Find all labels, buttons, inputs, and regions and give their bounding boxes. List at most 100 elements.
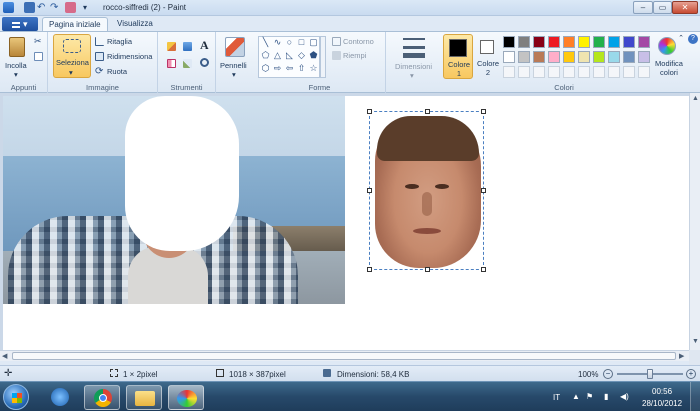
pencil-icon[interactable] <box>167 42 176 51</box>
size-label[interactable]: Dimensioni <box>395 62 432 71</box>
show-desktop-button[interactable] <box>690 382 700 411</box>
size-arrow[interactable]: ▾ <box>410 71 414 80</box>
copy-icon[interactable] <box>34 52 43 61</box>
zoom-out-button[interactable]: − <box>603 369 613 379</box>
taskbar-paint[interactable] <box>168 385 204 410</box>
minimize-button[interactable]: – <box>633 1 653 14</box>
color-picker-icon[interactable] <box>183 59 192 68</box>
color2-swatch[interactable] <box>480 40 494 54</box>
eraser-icon[interactable] <box>167 59 176 68</box>
magnifier-icon[interactable] <box>200 58 209 67</box>
brushes-label[interactable]: Pennelli <box>220 61 247 70</box>
palette-color-9[interactable] <box>623 36 635 48</box>
vertical-scrollbar[interactable]: ▲ ▼ <box>689 93 700 350</box>
paint-app-icon[interactable] <box>3 2 14 13</box>
sel-handle-ml[interactable] <box>367 188 372 193</box>
palette-custom-4[interactable] <box>548 66 560 78</box>
palette-custom-2[interactable] <box>518 66 530 78</box>
volume-icon[interactable]: ◀) <box>620 392 629 401</box>
palette-color-10[interactable] <box>638 36 650 48</box>
triangle-shape-icon[interactable]: △ <box>272 51 283 60</box>
rotate-icon[interactable]: ⟳ <box>95 67 104 77</box>
tab-view[interactable]: Visualizza <box>111 17 159 32</box>
pentagon-shape-icon[interactable]: ⬟ <box>308 51 319 60</box>
selection-box[interactable] <box>367 109 486 272</box>
rotate-label[interactable]: Ruota <box>107 67 127 76</box>
palette-color-2[interactable] <box>518 36 530 48</box>
taskbar-chrome[interactable] <box>84 385 120 410</box>
palette-color-6[interactable] <box>578 36 590 48</box>
palette-color-18[interactable] <box>608 51 620 63</box>
hexagon-shape-icon[interactable]: ⬡ <box>260 64 271 73</box>
sel-handle-bl[interactable] <box>367 267 372 272</box>
redo-icon[interactable]: ↷ <box>50 2 61 13</box>
palette-custom-1[interactable] <box>503 66 515 78</box>
diamond-shape-icon[interactable]: ◇ <box>296 51 307 60</box>
palette-color-7[interactable] <box>593 36 605 48</box>
palette-color-13[interactable] <box>533 51 545 63</box>
customize-qa-icon[interactable]: ▾ <box>83 2 94 13</box>
color2-label[interactable]: Colore 2 <box>475 59 501 77</box>
palette-color-1[interactable] <box>503 36 515 48</box>
maximize-button[interactable]: ▭ <box>653 1 672 14</box>
taskbar-explorer[interactable] <box>126 385 162 410</box>
sel-handle-br[interactable] <box>481 267 486 272</box>
drawing-canvas[interactable] <box>3 96 689 350</box>
resize-label[interactable]: Ridimensiona <box>107 52 152 61</box>
sel-handle-tl[interactable] <box>367 109 372 114</box>
ribbon-collapse-icon[interactable]: ⌃ <box>676 34 686 44</box>
palette-custom-3[interactable] <box>533 66 545 78</box>
palette-color-8[interactable] <box>608 36 620 48</box>
paste-icon[interactable] <box>9 37 25 57</box>
sel-handle-bm[interactable] <box>425 267 430 272</box>
color1-button[interactable]: Colore 1 <box>443 34 473 79</box>
polygon-shape-icon[interactable]: ⬠ <box>260 51 271 60</box>
power-icon[interactable]: ▮ <box>604 392 608 401</box>
fill-shape-icon[interactable] <box>332 51 341 60</box>
eraser-quick-icon[interactable] <box>65 2 76 13</box>
brushes-arrow[interactable]: ▾ <box>232 70 236 79</box>
zoom-slider-thumb[interactable] <box>647 369 653 379</box>
fill-icon[interactable] <box>183 42 192 51</box>
palette-color-17[interactable] <box>593 51 605 63</box>
palette-color-19[interactable] <box>623 51 635 63</box>
taskbar-media-player[interactable] <box>42 385 78 410</box>
resize-icon[interactable] <box>95 52 104 61</box>
fill-label[interactable]: Riempi <box>343 51 366 60</box>
crop-label[interactable]: Ritaglia <box>107 37 132 46</box>
palette-color-20[interactable] <box>638 51 650 63</box>
palette-color-16[interactable] <box>578 51 590 63</box>
rounded-rect-shape-icon[interactable]: ▢ <box>308 38 319 47</box>
size-lines-icon[interactable] <box>403 38 425 58</box>
clock-time[interactable]: 00:56 <box>652 387 672 396</box>
arrow-right-shape-icon[interactable]: ⇨ <box>272 64 283 73</box>
sel-handle-tm[interactable] <box>425 109 430 114</box>
palette-color-3[interactable] <box>533 36 545 48</box>
palette-custom-6[interactable] <box>578 66 590 78</box>
file-menu-button[interactable]: ▾ <box>2 17 38 31</box>
shapes-gallery[interactable]: ╲ ∿ ○ □ ▢ ⬠ △ ◺ ◇ ⬟ ⬡ ⇨ ⇦ ⇧ ☆ <box>258 36 320 78</box>
palette-color-14[interactable] <box>548 51 560 63</box>
tab-home[interactable]: Pagina iniziale <box>42 17 108 32</box>
select-button[interactable]: Seleziona ▾ <box>53 34 91 78</box>
scroll-up-arrow[interactable]: ▲ <box>692 95 699 102</box>
star-shape-icon[interactable]: ☆ <box>308 64 319 73</box>
horizontal-scrollbar[interactable]: ◀ ▶ <box>0 350 689 361</box>
curve-shape-icon[interactable]: ∿ <box>272 38 283 47</box>
start-button[interactable] <box>3 384 29 410</box>
oval-shape-icon[interactable]: ○ <box>284 38 295 47</box>
palette-custom-9[interactable] <box>623 66 635 78</box>
brush-icon[interactable] <box>225 37 245 57</box>
palette-color-11[interactable] <box>503 51 515 63</box>
arrow-up-shape-icon[interactable]: ⇧ <box>296 64 307 73</box>
sel-handle-tr[interactable] <box>481 109 486 114</box>
palette-color-15[interactable] <box>563 51 575 63</box>
action-center-icon[interactable]: ⚑ <box>586 392 593 401</box>
close-button[interactable]: ✕ <box>672 1 698 14</box>
clock-date[interactable]: 28/10/2012 <box>642 399 682 408</box>
palette-color-12[interactable] <box>518 51 530 63</box>
palette-custom-5[interactable] <box>563 66 575 78</box>
crop-icon[interactable] <box>95 37 104 46</box>
scroll-right-arrow[interactable]: ▶ <box>679 352 684 360</box>
right-triangle-shape-icon[interactable]: ◺ <box>284 51 295 60</box>
